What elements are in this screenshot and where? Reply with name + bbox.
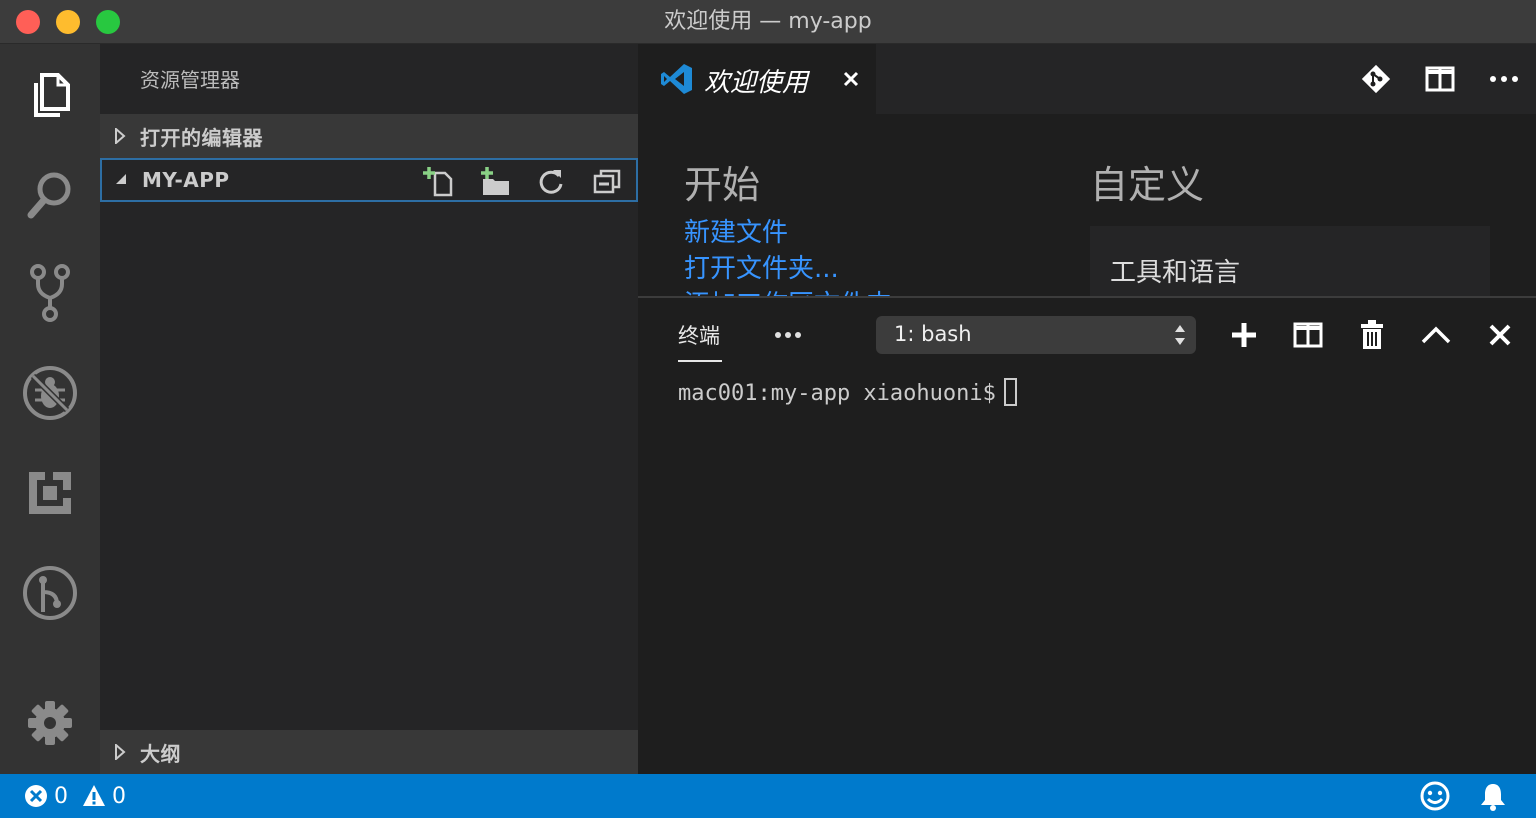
add-workspace-folder-link[interactable]: 添加工作区文件夹... [684,284,917,296]
editor-tab-bar: 欢迎使用 [638,44,1536,114]
tools-and-languages-title: 工具和语言 [1110,258,1241,288]
smiley-icon[interactable] [1420,781,1456,811]
terminal-prompt: mac001:my-app xiaohuoni$ [678,381,996,406]
more-icon[interactable] [774,320,802,354]
new-file-link[interactable]: 新建文件 [684,212,788,249]
error-count: 0 [54,783,68,809]
more-icon[interactable] [1472,44,1536,114]
debug-icon[interactable] [0,348,100,438]
status-errors[interactable]: 0 [24,782,68,810]
terminal-select[interactable]: 1: bash [876,316,1196,354]
split-terminal-icon[interactable] [1276,312,1340,358]
terminal-cursor [1003,378,1017,406]
section-folder-my-app[interactable]: MY-APP [100,158,638,202]
section-outline-label: 大纲 [140,741,181,766]
add-icon[interactable] [1212,312,1276,358]
vscode-icon [661,64,692,94]
chevron-right-icon [115,128,126,144]
select-arrows-icon [1175,325,1185,345]
welcome-page: 开始 新建文件 打开文件夹... 添加工作区文件夹... 自定义 工具和语言 [638,114,1536,296]
section-outline[interactable]: 大纲 [100,730,638,774]
title-bar: 欢迎使用 — my-app [0,0,1536,44]
section-open-editors[interactable]: 打开的编辑器 [100,114,638,158]
section-open-editors-label: 打开的编辑器 [140,125,263,150]
git-compare-icon[interactable] [1344,44,1408,114]
gear-icon[interactable] [0,678,100,768]
refresh-icon[interactable] [532,164,570,200]
status-warnings[interactable]: 0 [82,782,126,810]
chevron-right-icon [115,744,126,760]
terminal-output[interactable]: mac001:my-app xiaohuoni$ [678,378,1017,406]
error-icon [25,785,47,807]
gitlens-icon[interactable] [0,548,100,638]
collapse-all-icon[interactable] [588,164,626,200]
bell-icon[interactable] [1478,782,1514,811]
tab-welcome[interactable]: 欢迎使用 [638,44,876,114]
terminal-select-value: 1: bash [894,322,972,346]
active-tab-indicator [678,360,722,362]
sidebar-title: 资源管理器 [140,68,240,92]
tab-welcome-label: 欢迎使用 [704,68,809,98]
new-folder-icon[interactable] [476,164,514,200]
chevron-down-icon [116,174,126,184]
start-heading: 开始 [684,163,761,207]
trash-icon[interactable] [1340,312,1404,358]
tab-terminal[interactable]: 终端 [678,320,720,350]
tools-and-languages-box[interactable]: 工具和语言 [1090,226,1490,296]
warning-count: 0 [112,783,126,809]
maximize-panel-icon[interactable] [1404,312,1468,358]
activity-bar [0,44,100,774]
open-folder-link[interactable]: 打开文件夹... [684,248,839,285]
source-control-icon[interactable] [0,248,100,338]
customize-heading: 自定义 [1090,163,1205,207]
explorer-icon[interactable] [0,50,100,140]
split-editor-icon[interactable] [1408,44,1472,114]
status-bar: 0 0 [0,774,1536,818]
section-folder-label: MY-APP [142,168,230,192]
close-panel-icon[interactable] [1468,312,1532,358]
terminal-panel: 终端 1: bash mac001:my-app xiaohuoni$ [638,296,1536,774]
search-icon[interactable] [0,150,100,240]
warning-icon [83,785,105,806]
explorer-sidebar: 资源管理器 打开的编辑器 MY-APP 大纲 [100,44,638,774]
window-title: 欢迎使用 — my-app [664,9,872,34]
new-file-icon[interactable] [420,164,458,200]
extensions-icon[interactable] [0,448,100,538]
close-icon[interactable] [838,66,864,92]
